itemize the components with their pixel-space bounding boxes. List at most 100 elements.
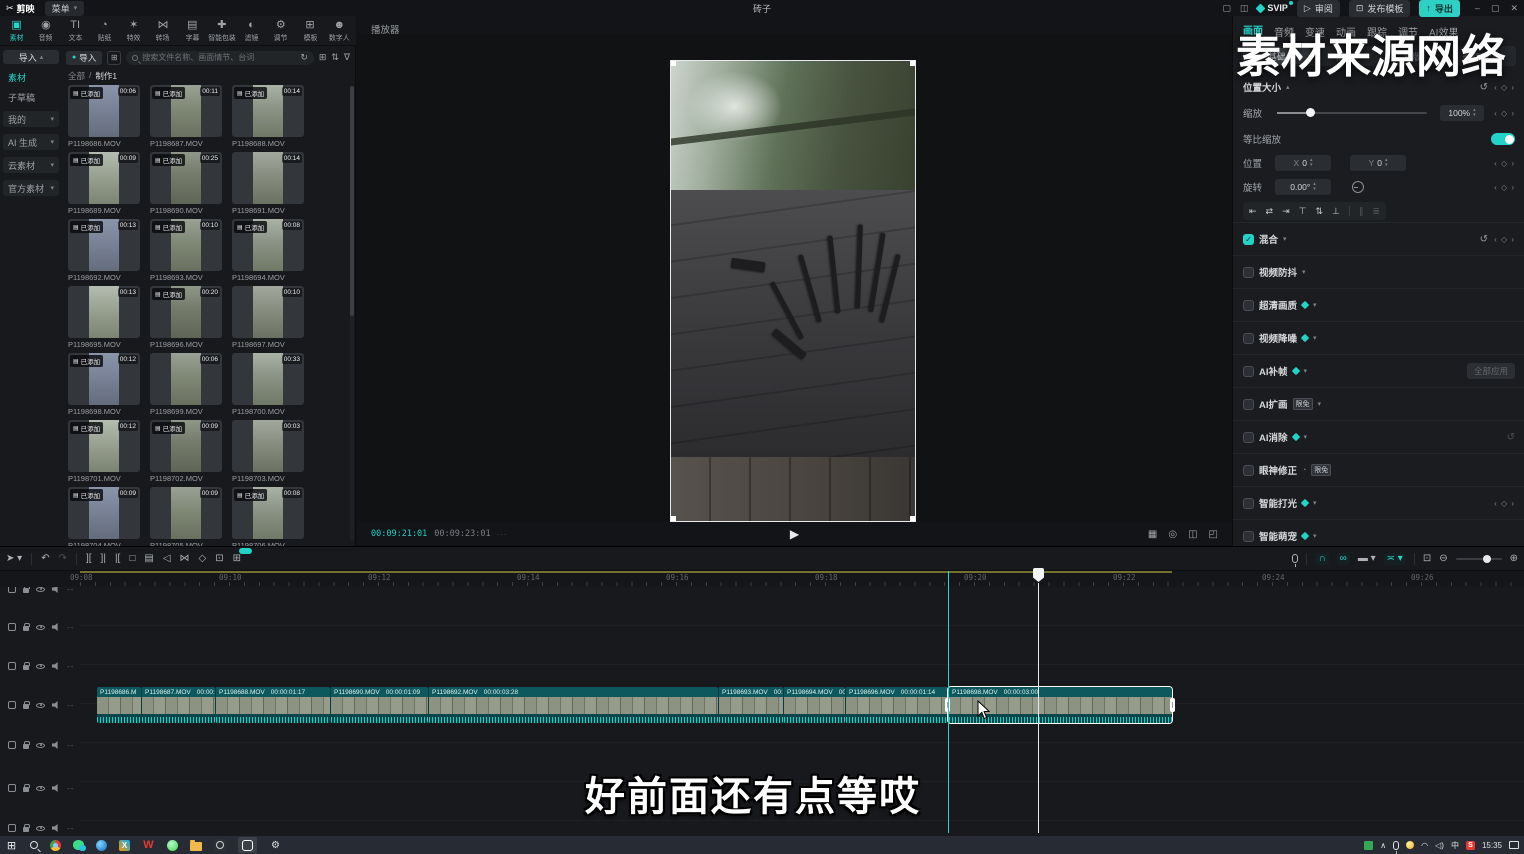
lock-icon[interactable] xyxy=(23,665,29,670)
lock-icon[interactable] xyxy=(23,626,29,631)
media-item[interactable]: 00:09P1198705.MOV xyxy=(150,487,222,551)
ribbon-tab-filters[interactable]: ◐滤镜 xyxy=(237,19,266,43)
stepper-icon[interactable]: ▴▾ xyxy=(1385,158,1388,168)
crop-icon[interactable]: ⊡ xyxy=(215,554,223,564)
media-item[interactable]: 00:13P1198695.MOV xyxy=(68,286,140,350)
link-icon[interactable]: ∞ xyxy=(1337,553,1350,565)
notification-center-icon[interactable] xyxy=(1509,841,1519,849)
ribbon-tab-audio[interactable]: ◉音频 xyxy=(31,19,60,43)
media-item[interactable]: 00:03P1198703.MOV xyxy=(232,420,304,484)
position-x-field[interactable]: X 0 ▴▾ xyxy=(1275,155,1331,171)
transform-handle[interactable] xyxy=(671,61,676,66)
reverse-icon[interactable]: ◁ xyxy=(163,554,171,564)
section-denoise[interactable]: 视频降噪▾ xyxy=(1233,321,1524,354)
close-button[interactable]: ✕ xyxy=(1510,3,1518,14)
sidebar-item-cloud[interactable]: 云素材▾ xyxy=(3,157,59,173)
inspector-subtab-basic[interactable]: 基础 xyxy=(1243,48,1311,64)
timeline-clip[interactable]: P1198686.M xyxy=(97,687,141,723)
sidebar-item-official[interactable]: 官方素材▾ xyxy=(3,180,59,196)
timeline-clip[interactable]: P1198690.MOV00:00:01:09 xyxy=(330,687,428,723)
search-input[interactable] xyxy=(142,53,296,62)
section-ai-remove[interactable]: AI消除▾↺ xyxy=(1233,420,1524,453)
video-preview[interactable] xyxy=(670,60,916,522)
inspector-tab-adjust[interactable]: 调节 xyxy=(1398,24,1418,39)
split-icon[interactable]: ][ xyxy=(86,554,92,564)
ribbon-tab-avatar[interactable]: ☻数字人 xyxy=(325,19,354,43)
taskbar-app-dark-app[interactable] xyxy=(214,839,226,851)
app-tray-icon[interactable] xyxy=(1406,841,1414,849)
align-icon-1[interactable]: ⇄ xyxy=(1266,206,1274,217)
layout-select-icon[interactable]: ◫ xyxy=(1240,3,1249,14)
media-item[interactable]: ▤已添加00:14P1198688.MOV xyxy=(232,85,304,149)
eye-icon[interactable] xyxy=(36,786,45,791)
transform-handle[interactable] xyxy=(910,516,915,521)
taskbar-app-capcut[interactable] xyxy=(238,837,257,853)
sidebar-item-material[interactable]: 素材 xyxy=(3,71,59,84)
media-item[interactable]: ▤已添加00:06P1198686.MOV xyxy=(68,85,140,149)
keyframe-control[interactable]: ‹ ◇ › xyxy=(1494,235,1515,244)
speaker-icon[interactable] xyxy=(52,784,60,792)
mirror-icon[interactable]: ⋈ xyxy=(180,554,190,564)
media-item[interactable]: 00:33P1198700.MOV xyxy=(232,353,304,417)
ai-remove-checkbox[interactable] xyxy=(1243,432,1254,443)
inspector-tab-tracking[interactable]: 跟踪 xyxy=(1367,24,1387,39)
speaker-icon[interactable] xyxy=(52,623,60,631)
clip-trim-handle-right[interactable] xyxy=(1170,698,1175,712)
taskbar-app-settings[interactable]: ⚙ xyxy=(269,839,282,852)
smart-pet-checkbox[interactable] xyxy=(1243,531,1254,542)
inspector-tab-animation[interactable]: 动画 xyxy=(1336,24,1356,39)
media-item[interactable]: ▤已添加00:13P1198692.MOV xyxy=(68,219,140,283)
rotate-icon[interactable]: ◇ xyxy=(199,554,207,564)
taskbar-app-wps[interactable]: W xyxy=(142,839,155,852)
media-item[interactable]: ▤已添加00:08P1198706.MOV xyxy=(232,487,304,551)
refresh-icon[interactable]: ↻ xyxy=(300,52,308,63)
player-fullscreen-icon[interactable]: ◰ xyxy=(1209,529,1218,540)
zoom-out-icon[interactable]: ⊖ xyxy=(1439,554,1447,564)
tray-expand-icon[interactable]: ∧ xyxy=(1380,841,1386,850)
mic-tray-icon[interactable] xyxy=(1393,841,1399,850)
section-ai-expand[interactable]: AI扩画限免▾ xyxy=(1233,387,1524,420)
lock-icon[interactable] xyxy=(23,588,29,593)
inspector-tab-audio[interactable]: 音频 xyxy=(1274,24,1294,39)
scale-slider[interactable] xyxy=(1277,112,1427,114)
menu-button[interactable]: 菜单 ▾ xyxy=(45,1,85,16)
align-icon-4[interactable]: ⇅ xyxy=(1315,206,1323,217)
media-item[interactable]: ▤已添加00:25P1198690.MOV xyxy=(150,152,222,216)
lock-icon[interactable] xyxy=(23,744,29,749)
ribbon-tab-templates[interactable]: ⊞模板 xyxy=(295,19,324,43)
sort-icon[interactable]: ⇅ xyxy=(331,52,339,63)
taskbar-app-wechat[interactable] xyxy=(73,840,84,850)
sogou-tray-icon[interactable]: S xyxy=(1466,841,1475,850)
play-button[interactable]: ▶ xyxy=(790,527,799,541)
inspector-tab-picture[interactable]: 画面 xyxy=(1243,22,1263,41)
section-blend[interactable]: ✓混合▾↺‹ ◇ › xyxy=(1233,222,1524,255)
taskbar-app-chrome[interactable] xyxy=(50,840,61,851)
media-item[interactable]: 00:10P1198697.MOV xyxy=(232,286,304,350)
import-button[interactable]: ● 导入 xyxy=(66,51,102,65)
transform-handle[interactable] xyxy=(671,516,676,521)
sidebar-item-mine[interactable]: 我的▾ xyxy=(3,111,59,127)
inspector-subtab-mask[interactable]: 蒙版 xyxy=(1379,48,1447,64)
media-item[interactable]: ▤已添加00:10P1198693.MOV xyxy=(150,219,222,283)
timeline-clip[interactable]: P1198688.MOV00:00:01:17 xyxy=(215,687,330,723)
align-icon-0[interactable]: ⇤ xyxy=(1249,206,1257,217)
speaker-icon[interactable] xyxy=(52,701,60,709)
adapt-timeline-icon[interactable]: ⊡ xyxy=(1423,554,1431,564)
timeline-clip[interactable]: P1198687.MOV00:00:0 xyxy=(141,687,215,723)
ribbon-tab-media[interactable]: ▣素材 xyxy=(2,19,31,43)
view-grid-icon[interactable]: ⊞ xyxy=(319,52,327,63)
reset-icon[interactable]: ↺ xyxy=(1480,82,1488,93)
media-item[interactable]: ▤已添加00:08P1198694.MOV xyxy=(232,219,304,283)
svip-badge[interactable]: SVIP xyxy=(1257,3,1288,13)
lock-icon[interactable] xyxy=(23,704,29,709)
denoise-checkbox[interactable] xyxy=(1243,333,1254,344)
timeline-clip[interactable]: P1198694.MOV00: xyxy=(783,687,845,723)
zoom-slider[interactable] xyxy=(1456,558,1502,560)
align-icon-5[interactable]: ⊥ xyxy=(1332,206,1340,217)
uniform-scale-toggle[interactable] xyxy=(1491,133,1515,145)
blend-checkbox[interactable]: ✓ xyxy=(1243,234,1254,245)
inspector-subtab-cutout[interactable]: 抠像 xyxy=(1311,48,1379,64)
timeline-clip[interactable]: P1198692.MOV00:00:03:28 xyxy=(428,687,718,723)
select-tool-icon[interactable]: ➤ ▾ xyxy=(6,554,22,564)
inspector-tab-ai-fx[interactable]: AI效果 xyxy=(1429,24,1458,39)
